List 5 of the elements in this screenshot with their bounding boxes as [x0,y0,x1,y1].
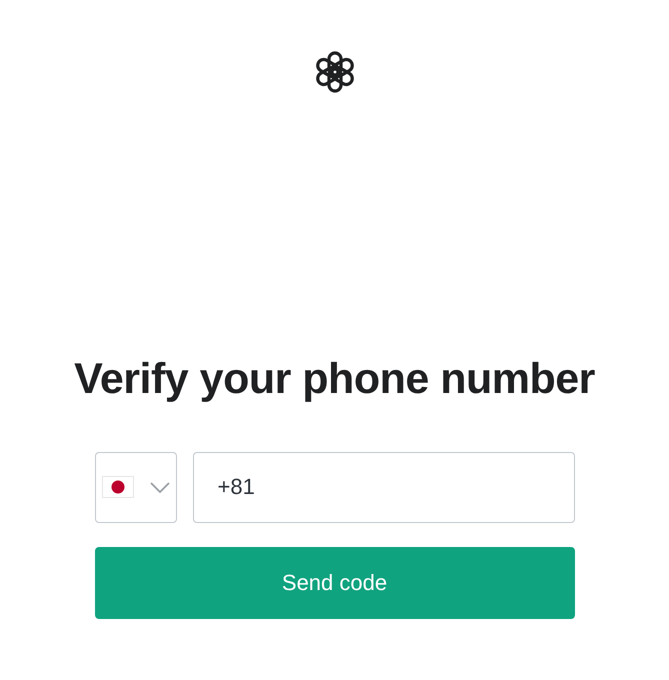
chevron-down-icon [150,482,170,493]
phone-number-field[interactable]: +81 [192,452,574,523]
heading: Verify your phone number [74,354,595,405]
country-select[interactable] [94,452,176,523]
flag-icon [102,476,134,498]
